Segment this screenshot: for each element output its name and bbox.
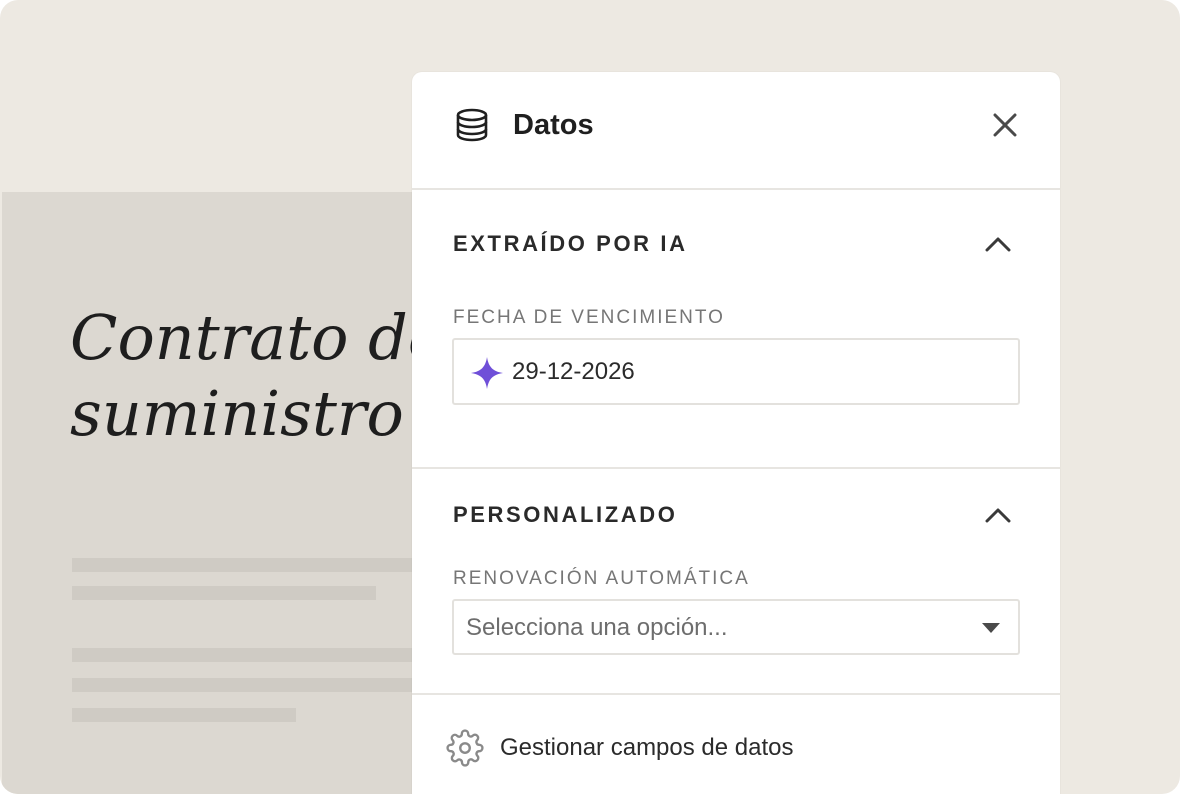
caret-down-icon <box>982 623 1000 633</box>
section-title-custom: PERSONALIZADO <box>453 502 678 527</box>
document-title-line-1: Contrato de <box>70 301 445 374</box>
panel-header: Datos <box>412 72 1060 189</box>
document-text-placeholder <box>72 648 412 662</box>
manage-data-fields-label: Gestionar campos de datos <box>500 734 794 761</box>
close-button[interactable] <box>986 106 1024 144</box>
document-text-placeholder <box>72 586 376 600</box>
document-preview <box>2 192 442 794</box>
gear-icon <box>446 729 484 767</box>
auto-renewal-select[interactable]: Selecciona una opción... <box>452 599 1020 655</box>
field-label-auto-renewal: RENOVACIÓN AUTOMÁTICA <box>453 568 750 589</box>
section-title-ai-extracted: EXTRAÍDO POR IA <box>453 231 688 256</box>
due-date-value: 29-12-2026 <box>512 358 635 385</box>
chevron-up-icon <box>985 237 1011 252</box>
database-icon <box>456 108 488 142</box>
field-label-due-date: FECHA DE VENCIMIENTO <box>453 307 725 328</box>
data-panel: Datos EXTRAÍDO POR IA FECHA DE VENCIMIEN… <box>412 72 1060 794</box>
document-title-line-2: suministro <box>70 377 404 450</box>
collapse-ai-section-button[interactable] <box>980 229 1016 259</box>
chevron-up-icon <box>985 508 1011 523</box>
document-text-placeholder <box>72 558 412 572</box>
divider <box>412 693 1060 695</box>
manage-data-fields-link[interactable]: Gestionar campos de datos <box>446 726 794 770</box>
divider <box>412 467 1060 469</box>
panel-title: Datos <box>513 109 594 141</box>
document-title: Contrato de suministro <box>70 300 445 452</box>
document-text-placeholder <box>72 678 412 692</box>
close-icon <box>993 113 1017 137</box>
collapse-custom-section-button[interactable] <box>980 500 1016 530</box>
auto-renewal-placeholder: Selecciona una opción... <box>466 614 728 641</box>
divider <box>412 188 1060 190</box>
document-text-placeholder <box>72 708 296 722</box>
app-frame: Contrato de suministro Datos EXTRAÍDO PO… <box>0 0 1180 794</box>
ai-sparkle-icon <box>471 357 503 389</box>
due-date-field[interactable]: 29-12-2026 <box>452 338 1020 405</box>
